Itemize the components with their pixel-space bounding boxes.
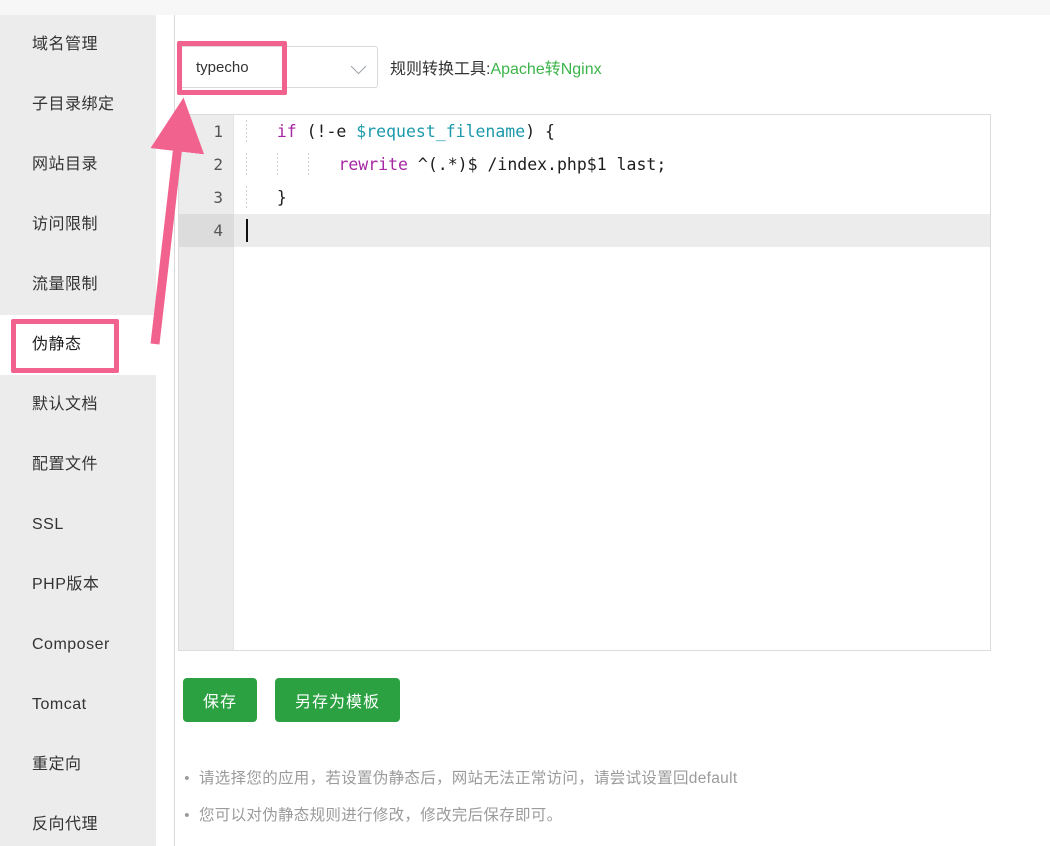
code-token: } [276, 188, 287, 207]
sidebar-item-6[interactable]: 默认文档 [0, 375, 156, 435]
sidebar-item-label: SSL [32, 516, 64, 533]
text-cursor [246, 219, 248, 242]
sidebar-item-label: Tomcat [32, 696, 87, 713]
line-number: 3 [213, 188, 223, 207]
code-line-text: if (!-e $request_filename) { [234, 115, 990, 148]
sidebar-item-label: 域名管理 [32, 36, 99, 53]
sidebar-item-label: 反向代理 [32, 816, 99, 833]
line-number: 1 [213, 122, 223, 141]
code-token: ) { [525, 122, 555, 141]
sidebar-item-label: 配置文件 [32, 456, 99, 473]
sidebar-item-3[interactable]: 访问限制 [0, 195, 156, 255]
main-content: typecho 规则转换工具: Apache转Nginx 1 if (!-e $… [175, 15, 1050, 846]
sidebar-item-13[interactable]: 反向代理 [0, 795, 156, 846]
sidebar-item-label: 访问限制 [32, 216, 99, 233]
sidebar-item-2[interactable]: 网站目录 [0, 135, 156, 195]
sidebar-item-9[interactable]: PHP版本 [0, 555, 156, 615]
rule-preset-select-value: typecho [196, 58, 249, 76]
hint-item: • 请选择您的应用，若设置伪静态后，网站无法正常访问，请尝试设置回default [175, 760, 995, 797]
line-number: 4 [179, 214, 234, 247]
code-line[interactable]: 4 [179, 214, 990, 247]
sidebar-item-4[interactable]: 流量限制 [0, 255, 156, 315]
code-line-text: } [234, 181, 990, 214]
code-token: if [276, 122, 297, 141]
rule-converter-label: 规则转换工具: [390, 61, 491, 78]
line-number: 2 [213, 155, 223, 174]
sidebar-item-label: 流量限制 [32, 276, 99, 293]
sidebar-item-12[interactable]: 重定向 [0, 735, 156, 795]
sidebar-item-7[interactable]: 配置文件 [0, 435, 156, 495]
code-line-text: rewrite ^(.*)$ /index.php$1 last; [234, 148, 990, 181]
hint-list: • 请选择您的应用，若设置伪静态后，网站无法正常访问，请尝试设置回default •… [175, 760, 995, 834]
sidebar-item-label: 子目录绑定 [32, 96, 115, 113]
page-root: 域名管理子目录绑定网站目录访问限制流量限制伪静态默认文档配置文件 SSL PHP版本… [0, 0, 1050, 846]
code-token: (!-e [296, 122, 357, 141]
sidebar-item-label: PHP版本 [32, 576, 100, 593]
hint-item: • 您可以对伪静态规则进行修改，修改完后保存即可。 [175, 797, 995, 834]
sidebar-item-8[interactable]: SSL [0, 495, 156, 555]
sidebar-item-1[interactable]: 子目录绑定 [0, 75, 156, 135]
sidebar-item-label: 网站目录 [32, 156, 99, 173]
apache-to-nginx-link[interactable]: Apache转Nginx [490, 55, 601, 79]
code-line-text [234, 214, 990, 247]
code-line[interactable]: 3 } [179, 181, 990, 214]
bullet-icon: • [184, 770, 190, 787]
hint-text: 您可以对伪静态规则进行修改，修改完后保存即可。 [199, 807, 563, 824]
code-content[interactable]: 1 if (!-e $request_filename) {2 rewrite … [179, 115, 990, 650]
rule-preset-select[interactable]: typecho [178, 46, 378, 88]
save-button[interactable]: 保存 [183, 678, 258, 722]
sidebar-item-0[interactable]: 域名管理 [0, 15, 156, 75]
code-line[interactable]: 2 rewrite ^(.*)$ /index.php$1 last; [179, 148, 990, 181]
sidebar-item-11[interactable]: Tomcat [0, 675, 156, 735]
save-as-template-button[interactable]: 另存为模板 [275, 678, 401, 722]
chevron-down-icon [350, 58, 367, 75]
sidebar-item-5[interactable]: 伪静态 [0, 315, 156, 375]
sidebar-item-label: Composer [32, 636, 110, 653]
code-token: $request_filename [356, 122, 526, 141]
code-token: rewrite [338, 155, 408, 174]
top-strip [0, 0, 1050, 15]
sidebar-item-label: 重定向 [32, 756, 82, 773]
hint-text: 请选择您的应用，若设置伪静态后，网站无法正常访问，请尝试设置回default [199, 770, 738, 787]
sidebar-gap [156, 15, 174, 846]
code-line[interactable]: 1 if (!-e $request_filename) { [179, 115, 990, 148]
sidebar-nav: 域名管理子目录绑定网站目录访问限制流量限制伪静态默认文档配置文件 SSL PHP版本… [0, 15, 156, 846]
sidebar-item-label: 默认文档 [32, 396, 99, 413]
toolbar: typecho 规则转换工具: Apache转Nginx [178, 46, 602, 88]
code-editor[interactable]: 1 if (!-e $request_filename) {2 rewrite … [178, 114, 991, 651]
sidebar-item-10[interactable]: Composer [0, 615, 156, 675]
editor-action-buttons: 保存 另存为模板 [183, 678, 401, 722]
code-token: ^(.*)$ /index.php$1 last; [407, 155, 667, 174]
sidebar-item-label: 伪静态 [32, 336, 82, 353]
bullet-icon: • [184, 807, 190, 824]
